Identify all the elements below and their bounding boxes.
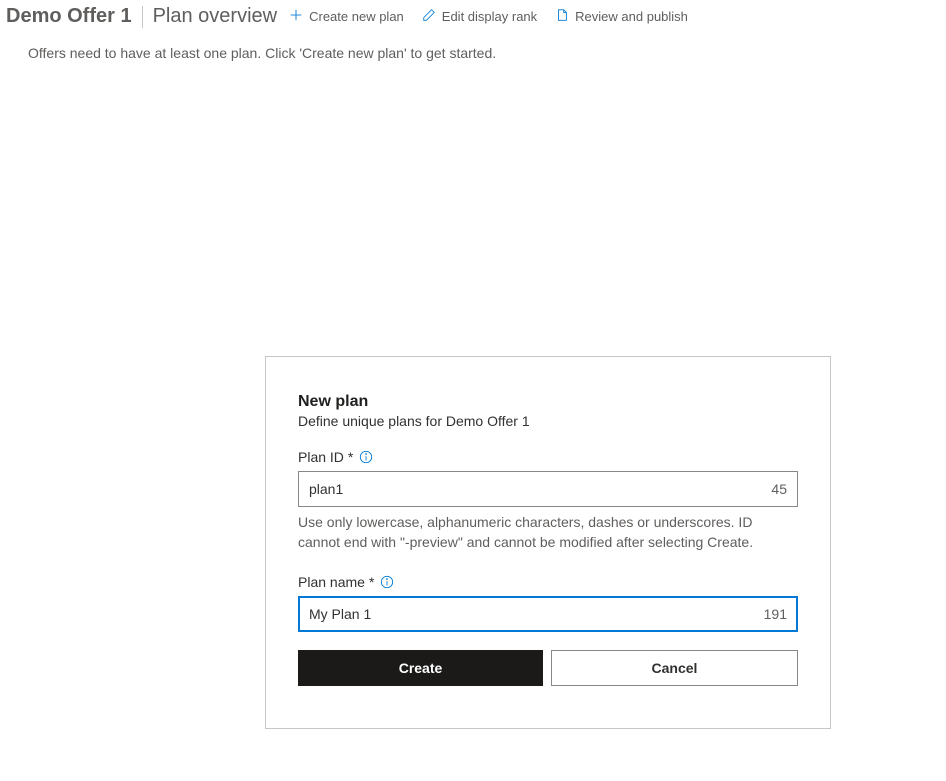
plan-name-field-group: Plan name * 191: [298, 574, 798, 632]
plan-id-char-count: 45: [763, 481, 787, 497]
plan-name-label: Plan name *: [298, 574, 798, 590]
plus-icon: [289, 8, 303, 25]
required-marker: *: [348, 449, 353, 465]
empty-state-text: Offers need to have at least one plan. C…: [0, 37, 946, 61]
review-publish-button[interactable]: Review and publish: [553, 4, 690, 29]
create-new-plan-button[interactable]: Create new plan: [287, 4, 406, 29]
plan-id-input[interactable]: [309, 481, 763, 497]
required-marker: *: [369, 574, 374, 590]
edit-display-rank-button[interactable]: Edit display rank: [420, 4, 539, 29]
modal-title: New plan: [298, 393, 798, 411]
info-icon[interactable]: [380, 575, 394, 589]
toolbar: Create new plan Edit display rank Review…: [287, 4, 690, 29]
toolbar-label: Edit display rank: [442, 9, 537, 24]
new-plan-modal: New plan Define unique plans for Demo Of…: [265, 356, 831, 729]
plan-name-char-count: 191: [756, 606, 787, 622]
modal-subtitle: Define unique plans for Demo Offer 1: [298, 413, 798, 429]
document-icon: [555, 8, 569, 25]
label-text: Plan ID: [298, 449, 344, 465]
toolbar-label: Create new plan: [309, 9, 404, 24]
cancel-button[interactable]: Cancel: [551, 650, 798, 686]
page-title: Plan overview: [153, 5, 288, 28]
plan-id-help-text: Use only lowercase, alphanumeric charact…: [298, 513, 798, 552]
label-text: Plan name: [298, 574, 365, 590]
plan-name-input-wrap: 191: [298, 596, 798, 632]
plan-name-input[interactable]: [309, 606, 756, 622]
plan-id-input-wrap: 45: [298, 471, 798, 507]
header-divider: [142, 6, 143, 28]
modal-button-row: Create Cancel: [298, 650, 798, 686]
info-icon[interactable]: [359, 450, 373, 464]
offer-title: Demo Offer 1: [6, 5, 142, 28]
pencil-icon: [422, 8, 436, 25]
page-header: Demo Offer 1 Plan overview Create new pl…: [0, 0, 946, 37]
plan-id-label: Plan ID *: [298, 449, 798, 465]
create-button[interactable]: Create: [298, 650, 543, 686]
toolbar-label: Review and publish: [575, 9, 688, 24]
plan-id-field-group: Plan ID * 45 Use only lowercase, alphanu…: [298, 449, 798, 552]
